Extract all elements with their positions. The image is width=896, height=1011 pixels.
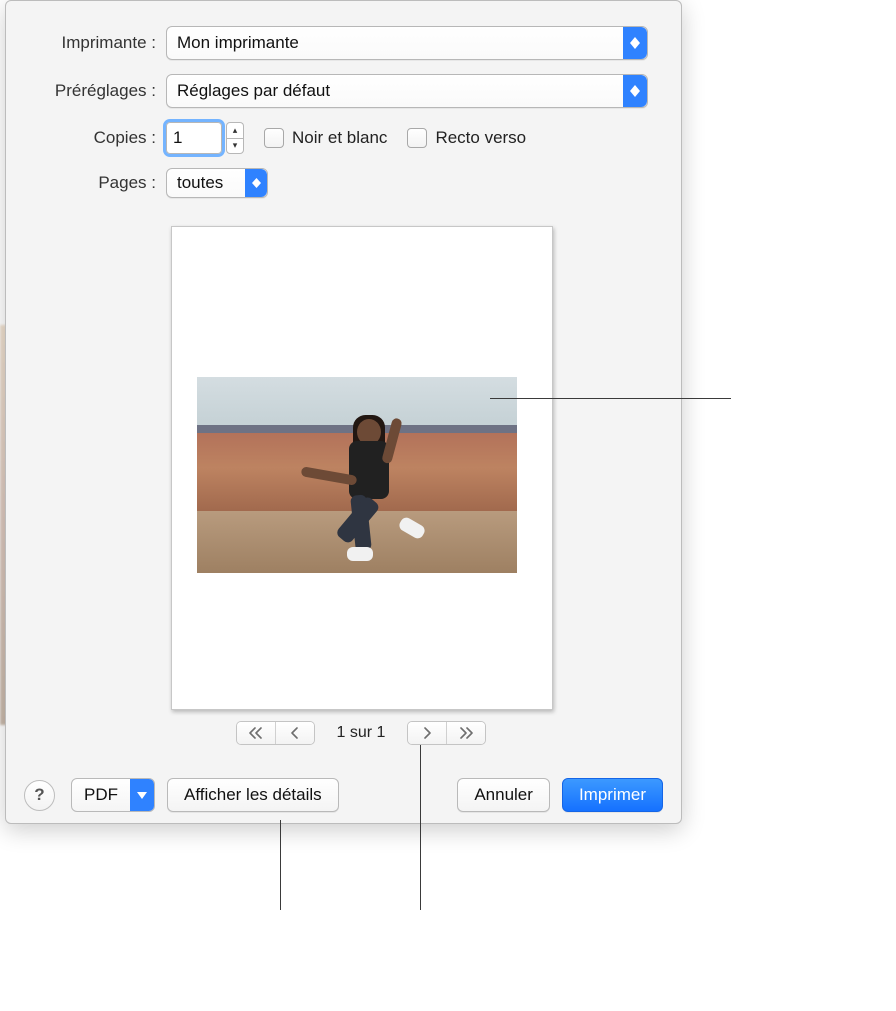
chevrons-left-icon — [249, 727, 263, 739]
stepper-up-icon[interactable]: ▴ — [226, 122, 244, 138]
print-form: Imprimante : Mon imprimante Préréglages … — [6, 26, 681, 212]
black-and-white-label: Noir et blanc — [292, 128, 387, 148]
print-preview — [171, 226, 553, 710]
chevron-down-icon — [130, 779, 154, 811]
dialog-footer: ? PDF Afficher les détails Annuler Impri… — [6, 767, 681, 823]
show-details-button[interactable]: Afficher les détails — [167, 778, 339, 812]
presets-popup[interactable]: Réglages par défaut — [166, 74, 648, 108]
chevron-left-icon — [290, 727, 300, 739]
checkbox-box — [264, 128, 284, 148]
pages-value: toutes — [167, 173, 245, 193]
prev-page-button[interactable] — [275, 722, 314, 744]
copies-label: Copies : — [6, 128, 166, 148]
cancel-button[interactable]: Annuler — [457, 778, 550, 812]
chevron-up-down-icon — [623, 75, 647, 107]
first-page-button[interactable] — [237, 722, 275, 744]
black-and-white-checkbox[interactable]: Noir et blanc — [264, 128, 387, 148]
chevron-right-icon — [422, 727, 432, 739]
pages-popup[interactable]: toutes — [166, 168, 268, 198]
printer-value: Mon imprimante — [167, 33, 623, 53]
two-sided-label: Recto verso — [435, 128, 526, 148]
callout-line — [490, 398, 731, 399]
checkbox-box — [407, 128, 427, 148]
presets-value: Réglages par défaut — [167, 81, 623, 101]
print-dialog: Imprimante : Mon imprimante Préréglages … — [5, 0, 682, 824]
help-button[interactable]: ? — [24, 780, 55, 811]
pdf-label: PDF — [72, 785, 130, 805]
copies-stepper[interactable]: ▴ ▾ — [226, 122, 244, 154]
chevron-up-down-icon — [623, 27, 647, 59]
printer-popup[interactable]: Mon imprimante — [166, 26, 648, 60]
page-indicator: 1 sur 1 — [337, 724, 386, 742]
page-navigator: 1 sur 1 — [211, 719, 511, 747]
print-button[interactable]: Imprimer — [562, 778, 663, 812]
callout-line — [280, 820, 281, 910]
printer-label: Imprimante : — [6, 33, 166, 53]
last-page-button[interactable] — [446, 722, 485, 744]
chevron-up-down-icon — [245, 169, 267, 197]
preview-image — [197, 377, 517, 573]
chevrons-right-icon — [459, 727, 473, 739]
pages-label: Pages : — [6, 173, 166, 193]
next-page-button[interactable] — [408, 722, 446, 744]
pdf-menu-button[interactable]: PDF — [71, 778, 155, 812]
stepper-down-icon[interactable]: ▾ — [226, 138, 244, 155]
copies-input[interactable] — [166, 122, 222, 154]
callout-line — [420, 745, 421, 910]
two-sided-checkbox[interactable]: Recto verso — [407, 128, 526, 148]
presets-label: Préréglages : — [6, 81, 166, 101]
